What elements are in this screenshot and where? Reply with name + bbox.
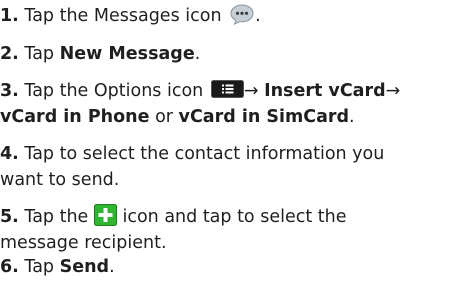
vcard-in-phone-label: vCard in Phone (0, 107, 150, 127)
step-1: 1. Tap the Messages icon . (0, 3, 452, 29)
step-text: message recipient. (0, 233, 167, 253)
arrow: → (385, 81, 401, 101)
step-text: Tap (24, 44, 60, 64)
step-2: 2. Tap New Message. (0, 44, 201, 64)
step-5: 5. Tap the icon and tap to select the (0, 204, 452, 230)
options-icon (210, 80, 244, 98)
messages-icon (229, 3, 255, 26)
step-number: 1. (0, 6, 19, 26)
step-4-line-2: want to send. (0, 167, 452, 193)
vcard-in-simcard-label: vCard in SimCard (178, 107, 350, 127)
send-label: Send (59, 257, 110, 277)
step-3-line-2: vCard in Phone or vCard in SimCard. (0, 107, 355, 127)
step-number: 4. (0, 144, 19, 164)
step-number: 6. (0, 257, 19, 277)
add-recipient-icon (93, 204, 117, 226)
step-number: 3. (0, 81, 19, 101)
step-text: Tap the Options icon (24, 81, 204, 101)
step-text: Tap (24, 257, 60, 277)
step-3: 3. Tap the Options icon → Insert vCard→ (0, 78, 452, 104)
new-message-label: New Message (59, 44, 195, 64)
step-5-line-2: message recipient. (0, 230, 452, 256)
step-text: Tap the Messages icon (24, 6, 222, 26)
step-text: Tap the (24, 207, 89, 227)
step-text: Tap to select the contact information yo… (24, 144, 385, 164)
insert-vcard-label: Insert vCard (264, 81, 386, 101)
step-text: want to send. (0, 170, 120, 190)
arrow: → (243, 81, 265, 101)
step-number: 5. (0, 207, 19, 227)
step-text: icon and tap to select the (122, 207, 347, 227)
step-4: 4. Tap to select the contact information… (0, 141, 452, 167)
step-6: 6. Tap Send. (0, 257, 115, 277)
step-number: 2. (0, 44, 19, 64)
